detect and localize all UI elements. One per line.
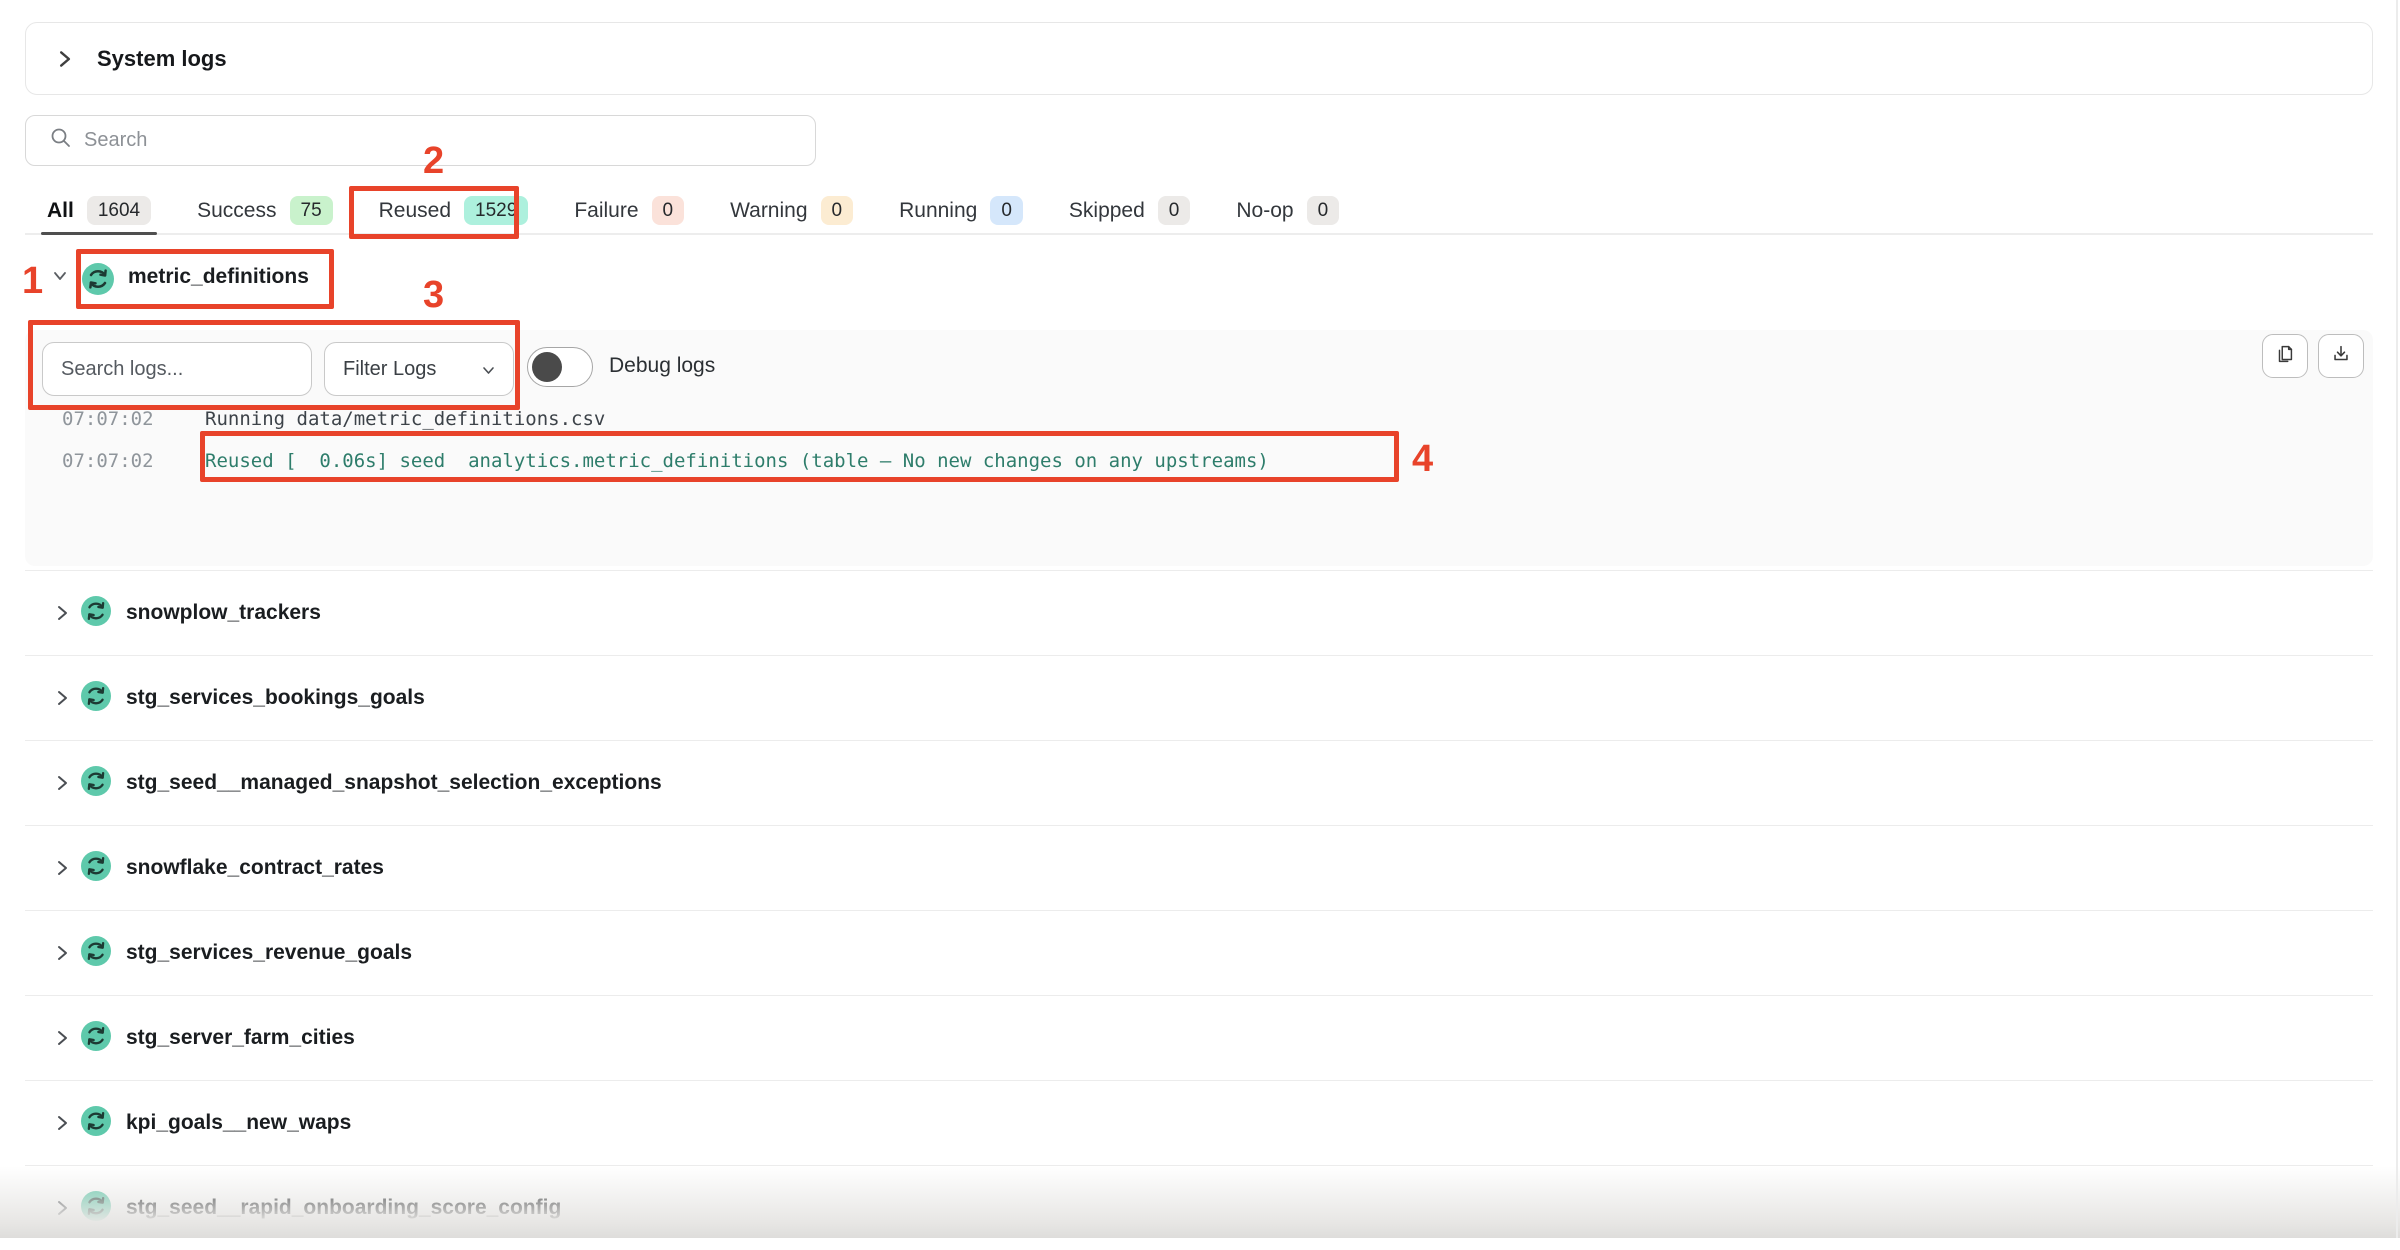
list-item[interactable]: stg_server_farm_cities <box>25 995 2373 1080</box>
page-title: System logs <box>97 46 227 72</box>
log-item-list: snowplow_trackers stg_services_bookings_… <box>25 570 2373 1250</box>
tab-label: Running <box>899 199 977 223</box>
list-item[interactable]: stg_services_revenue_goals <box>25 910 2373 995</box>
tab-count-badge: 1604 <box>87 196 151 225</box>
log-panel: Filter Logs Debug logs 07:07:02 Running <box>25 330 2373 566</box>
reused-seed-icon <box>81 766 111 801</box>
search-input[interactable] <box>84 129 784 152</box>
reused-seed-icon <box>81 936 111 971</box>
download-icon <box>2330 343 2352 370</box>
chevron-right-icon <box>55 1113 69 1133</box>
search-logs-input[interactable] <box>42 342 312 396</box>
log-message: Running data/metric_definitions.csv <box>205 407 605 431</box>
chevron-right-icon <box>55 773 69 793</box>
list-item-label: stg_seed__managed_snapshot_selection_exc… <box>126 771 662 795</box>
list-item-label: snowplow_trackers <box>126 601 321 625</box>
list-item[interactable]: snowflake_contract_rates <box>25 825 2373 910</box>
reused-seed-icon <box>81 851 111 886</box>
list-item-label: stg_services_bookings_goals <box>126 686 425 710</box>
tab-count-badge: 0 <box>821 196 854 225</box>
tab-success[interactable]: Success 75 <box>197 188 333 233</box>
chevron-right-icon <box>55 1028 69 1048</box>
tab-label: No-op <box>1236 199 1293 223</box>
list-item-label: kpi_goals__new_waps <box>126 1111 351 1135</box>
chevron-right-icon <box>55 1198 69 1218</box>
reused-seed-icon <box>81 1021 111 1056</box>
list-item-label: stg_seed__rapid_onboarding_score_config <box>126 1196 561 1220</box>
tab-warning[interactable]: Warning 0 <box>730 188 853 233</box>
tab-label: All <box>47 199 74 223</box>
search-icon <box>50 127 72 154</box>
list-item-label: snowflake_contract_rates <box>126 856 384 880</box>
list-item[interactable]: snowplow_trackers <box>25 570 2373 655</box>
search-bar <box>25 115 816 166</box>
chevron-right-icon <box>56 48 73 70</box>
list-item-label: stg_services_revenue_goals <box>126 941 412 965</box>
chevron-right-icon <box>55 943 69 963</box>
copy-logs-button[interactable] <box>2262 334 2308 378</box>
tab-label: Skipped <box>1069 199 1145 223</box>
chevron-right-icon <box>55 858 69 878</box>
chevron-right-icon <box>55 688 69 708</box>
list-item[interactable]: stg_services_bookings_goals <box>25 655 2373 740</box>
tab-label: Reused <box>379 199 451 223</box>
reused-seed-icon <box>82 263 114 300</box>
list-item[interactable]: stg_seed__rapid_onboarding_score_config <box>25 1165 2373 1250</box>
debug-logs-toggle[interactable] <box>527 347 593 387</box>
system-logs-header[interactable]: System logs <box>25 22 2373 95</box>
list-item[interactable]: kpi_goals__new_waps <box>25 1080 2373 1165</box>
tab-count-badge: 0 <box>652 196 685 225</box>
list-item[interactable]: stg_seed__managed_snapshot_selection_exc… <box>25 740 2373 825</box>
tab-count-badge: 1529 <box>464 196 528 225</box>
tab-label: Warning <box>730 199 807 223</box>
copy-icon <box>2274 343 2296 370</box>
log-message: Reused [ 0.06s] seed analytics.metric_de… <box>205 449 1269 473</box>
tab-all[interactable]: All 1604 <box>47 188 151 233</box>
download-logs-button[interactable] <box>2318 334 2364 378</box>
list-item-label: stg_server_farm_cities <box>126 1026 355 1050</box>
tab-count-badge: 0 <box>1158 196 1191 225</box>
toggle-knob <box>532 352 562 382</box>
tab-running[interactable]: Running 0 <box>899 188 1023 233</box>
status-tabs: All 1604 Success 75 Reused 1529 Failure … <box>25 188 2373 235</box>
log-timestamp: 07:07:02 <box>62 407 154 431</box>
filter-logs-label: Filter Logs <box>343 358 436 381</box>
reused-seed-icon <box>81 1106 111 1141</box>
tab-label: Success <box>197 199 276 223</box>
reused-seed-icon <box>81 1191 111 1226</box>
tab-count-badge: 0 <box>990 196 1023 225</box>
debug-logs-label: Debug logs <box>609 354 715 378</box>
tab-reused[interactable]: Reused 1529 <box>379 188 529 233</box>
chevron-down-icon <box>52 269 68 287</box>
reused-seed-icon <box>81 596 111 631</box>
list-item-label: metric_definitions <box>128 265 309 289</box>
tab-label: Failure <box>574 199 638 223</box>
tab-noop[interactable]: No-op 0 <box>1236 188 1339 233</box>
tab-count-badge: 0 <box>1307 196 1340 225</box>
chevron-right-icon <box>55 603 69 623</box>
list-item-metric-definitions[interactable]: metric_definitions <box>25 248 2373 310</box>
chevron-down-icon <box>482 358 495 381</box>
tab-count-badge: 75 <box>290 196 333 225</box>
reused-seed-icon <box>81 681 111 716</box>
tab-skipped[interactable]: Skipped 0 <box>1069 188 1190 233</box>
filter-logs-dropdown[interactable]: Filter Logs <box>324 342 514 396</box>
tab-failure[interactable]: Failure 0 <box>574 188 684 233</box>
log-timestamp: 07:07:02 <box>62 449 154 473</box>
right-edge-divider <box>2396 0 2398 1238</box>
